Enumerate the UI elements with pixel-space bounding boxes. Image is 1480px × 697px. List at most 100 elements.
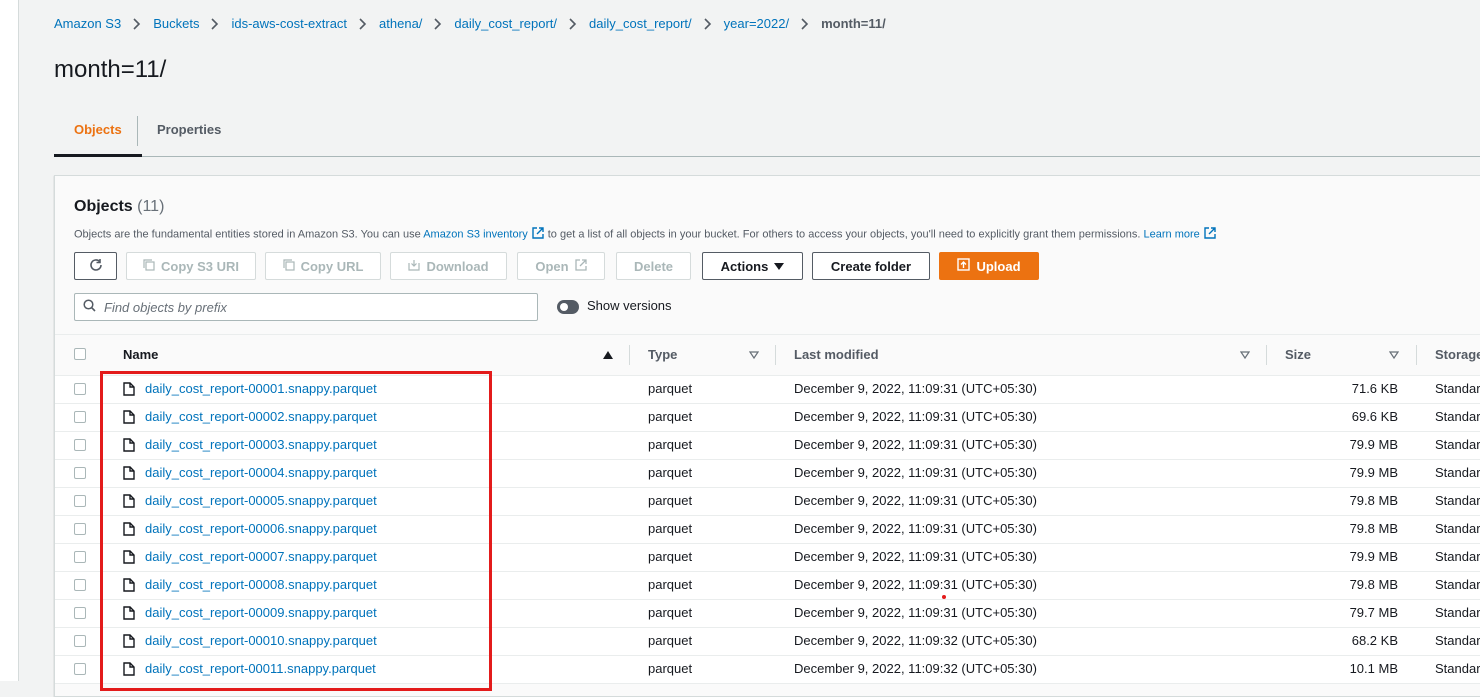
- row-checkbox[interactable]: [74, 579, 86, 591]
- breadcrumb-athena[interactable]: athena/: [379, 16, 422, 31]
- breadcrumb: Amazon S3 Buckets ids-aws-cost-extract a…: [54, 16, 886, 31]
- row-checkbox[interactable]: [74, 635, 86, 647]
- row-checkbox[interactable]: [74, 439, 86, 451]
- breadcrumb-buckets[interactable]: Buckets: [153, 16, 199, 31]
- row-checkbox[interactable]: [74, 607, 86, 619]
- chevron-right-icon: [211, 17, 219, 30]
- sort-icon[interactable]: [1388, 348, 1400, 363]
- object-name-link[interactable]: daily_cost_report-00003.snappy.parquet: [145, 432, 377, 459]
- search-input[interactable]: [102, 298, 526, 316]
- create-folder-button[interactable]: Create folder: [812, 252, 930, 280]
- object-name-link[interactable]: daily_cost_report-00004.snappy.parquet: [145, 460, 377, 487]
- object-name-link[interactable]: daily_cost_report-00007.snappy.parquet: [145, 544, 377, 571]
- sort-ascending-icon[interactable]: [603, 348, 613, 363]
- breadcrumb-amazon-s3[interactable]: Amazon S3: [54, 16, 121, 31]
- copy-s3-uri-label: Copy S3 URI: [160, 258, 239, 274]
- file-icon: [123, 550, 135, 567]
- object-name-link[interactable]: daily_cost_report-00005.snappy.parquet: [145, 488, 377, 515]
- column-last-modified[interactable]: Last modified: [794, 335, 879, 375]
- object-type: parquet: [648, 633, 693, 648]
- object-last-modified: December 9, 2022, 11:09:32 (UTC+05:30): [794, 661, 1037, 676]
- object-size: 79.9 MB: [1349, 549, 1398, 564]
- delete-button[interactable]: Delete: [616, 252, 691, 280]
- column-type[interactable]: Type: [648, 335, 677, 375]
- tab-objects[interactable]: Objects: [54, 110, 142, 157]
- learn-more-link[interactable]: Learn more: [1144, 228, 1200, 240]
- column-storage[interactable]: Storage: [1435, 335, 1480, 375]
- file-icon: [123, 606, 135, 623]
- object-storage-class: Standard: [1435, 633, 1480, 648]
- chevron-right-icon: [704, 17, 712, 30]
- file-icon: [123, 494, 135, 511]
- objects-count: (11): [137, 198, 165, 215]
- annotation-dot: [942, 595, 946, 599]
- object-name-link[interactable]: daily_cost_report-00006.snappy.parquet: [145, 516, 377, 543]
- open-label: Open: [535, 258, 569, 274]
- chevron-right-icon: [133, 17, 141, 30]
- object-name-link[interactable]: daily_cost_report-00002.snappy.parquet: [145, 404, 377, 431]
- copy-url-button[interactable]: Copy URL: [265, 252, 381, 280]
- object-last-modified: December 9, 2022, 11:09:31 (UTC+05:30): [794, 465, 1037, 480]
- desc-middle: to get a list of all objects in your buc…: [547, 228, 1141, 241]
- breadcrumb-daily-cost-report-1[interactable]: daily_cost_report/: [454, 16, 557, 31]
- objects-panel: Objects (11) Objects are the fundamental…: [54, 175, 1480, 697]
- object-type: parquet: [648, 437, 693, 452]
- download-button[interactable]: Download: [390, 252, 507, 280]
- object-last-modified: December 9, 2022, 11:09:32 (UTC+05:30): [794, 633, 1037, 648]
- column-size[interactable]: Size: [1285, 335, 1311, 375]
- object-storage-class: Standard: [1435, 381, 1480, 396]
- refresh-button[interactable]: [74, 252, 117, 280]
- file-icon: [123, 634, 135, 651]
- sort-icon[interactable]: [748, 348, 760, 363]
- show-versions-toggle[interactable]: [557, 300, 579, 314]
- object-size: 79.8 MB: [1349, 577, 1398, 592]
- page-title: month=11/: [54, 56, 167, 83]
- external-link-icon: [532, 227, 544, 242]
- tab-properties[interactable]: Properties: [137, 110, 241, 154]
- upload-label: Upload: [976, 258, 1021, 274]
- upload-button[interactable]: Upload: [939, 252, 1039, 280]
- object-name-link[interactable]: daily_cost_report-00001.snappy.parquet: [145, 376, 377, 403]
- external-link-icon: [574, 258, 587, 274]
- chevron-right-icon: [569, 17, 577, 30]
- open-button[interactable]: Open: [517, 252, 605, 280]
- object-name-link[interactable]: daily_cost_report-00010.snappy.parquet: [145, 628, 377, 655]
- sort-icon[interactable]: [1239, 348, 1251, 363]
- table-row: daily_cost_report-00008.snappy.parquet pa…: [55, 572, 1480, 600]
- table-row: daily_cost_report-00004.snappy.parquet pa…: [55, 460, 1480, 488]
- breadcrumb-daily-cost-report-2[interactable]: daily_cost_report/: [589, 16, 692, 31]
- object-type: parquet: [648, 549, 693, 564]
- refresh-icon: [89, 258, 103, 275]
- select-all-checkbox[interactable]: [74, 348, 86, 360]
- create-folder-label: Create folder: [830, 258, 912, 274]
- actions-dropdown[interactable]: Actions: [702, 252, 803, 280]
- row-checkbox[interactable]: [74, 467, 86, 479]
- row-checkbox[interactable]: [74, 383, 86, 395]
- column-separator: [775, 345, 776, 365]
- row-checkbox[interactable]: [74, 411, 86, 423]
- table-row: daily_cost_report-00005.snappy.parquet pa…: [55, 488, 1480, 516]
- breadcrumb-year[interactable]: year=2022/: [724, 16, 789, 31]
- row-checkbox[interactable]: [74, 551, 86, 563]
- chevron-right-icon: [434, 17, 442, 30]
- object-name-link[interactable]: daily_cost_report-00009.snappy.parquet: [145, 600, 377, 627]
- object-last-modified: December 9, 2022, 11:09:31 (UTC+05:30): [794, 493, 1037, 508]
- object-last-modified: December 9, 2022, 11:09:31 (UTC+05:30): [794, 437, 1037, 452]
- file-icon: [123, 466, 135, 483]
- row-checkbox[interactable]: [74, 523, 86, 535]
- object-name-link[interactable]: daily_cost_report-00008.snappy.parquet: [145, 572, 377, 599]
- column-name[interactable]: Name: [123, 335, 158, 375]
- table-row: daily_cost_report-00006.snappy.parquet pa…: [55, 516, 1480, 544]
- file-icon: [123, 522, 135, 539]
- copy-s3-uri-button[interactable]: Copy S3 URI: [126, 252, 256, 280]
- objects-description: Objects are the fundamental entities sto…: [74, 227, 1220, 242]
- row-checkbox[interactable]: [74, 663, 86, 675]
- copy-icon: [282, 258, 295, 274]
- breadcrumb-bucket[interactable]: ids-aws-cost-extract: [231, 16, 347, 31]
- inventory-link[interactable]: Amazon S3 inventory: [423, 228, 528, 240]
- breadcrumb-month-current: month=11/: [821, 16, 886, 31]
- object-name-link[interactable]: daily_cost_report-00011.snappy.parquet: [145, 656, 376, 683]
- row-checkbox[interactable]: [74, 495, 86, 507]
- object-storage-class: Standard: [1435, 493, 1480, 508]
- object-storage-class: Standard: [1435, 661, 1480, 676]
